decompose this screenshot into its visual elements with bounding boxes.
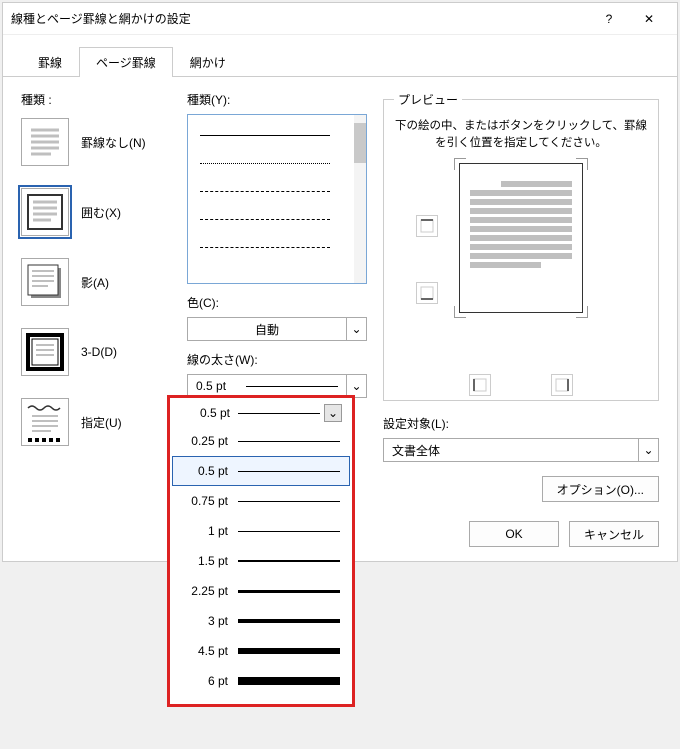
width-option-preview [238, 471, 340, 472]
setting-3d[interactable]: 3-D(D) [21, 324, 171, 394]
apply-value: 文書全体 [392, 442, 440, 459]
width-option-preview [238, 619, 340, 623]
width-option[interactable]: 0.5 pt [172, 456, 350, 486]
edge-top-button[interactable] [416, 215, 438, 237]
width-option-preview [238, 501, 340, 502]
width-dropdown-selected[interactable]: 0.5 pt ⌄ [170, 400, 352, 426]
style-listbox[interactable] [187, 114, 367, 284]
close-button[interactable]: ✕ [629, 5, 669, 33]
tab-border[interactable]: 罫線 [21, 47, 79, 77]
width-option-label: 2.25 pt [182, 584, 238, 598]
preview-legend: プレビュー [394, 91, 462, 108]
setting-box-label: 囲む(X) [81, 204, 121, 221]
width-option-preview [238, 590, 340, 593]
width-option[interactable]: 0.25 pt [170, 426, 352, 456]
width-option-preview [238, 441, 340, 442]
width-option-label: 1.5 pt [182, 554, 238, 568]
chevron-down-icon: ⌄ [643, 443, 653, 457]
width-selected-text: 0.5 pt [196, 379, 246, 393]
width-option-preview [238, 560, 340, 562]
apply-label: 設定対象(L): [383, 415, 659, 432]
width-option[interactable]: 2.25 pt [170, 576, 352, 606]
preview-page[interactable] [459, 163, 583, 313]
setting-box[interactable]: 囲む(X) [21, 184, 171, 254]
edge-bottom-button[interactable] [416, 282, 438, 304]
width-option-preview [238, 677, 340, 685]
edge-left-button[interactable] [469, 374, 491, 396]
width-label: 線の太さ(W): [187, 351, 367, 368]
cancel-button[interactable]: キャンセル [569, 521, 659, 547]
threeD-icon [21, 328, 69, 376]
setting-label: 種類 : [21, 91, 171, 108]
setting-custom-label: 指定(U) [81, 414, 122, 431]
preview-instruction: 下の絵の中、またはボタンをクリックして、罫線を引く位置を指定してください。 [394, 118, 648, 153]
titlebar: 線種とページ罫線と網かけの設定 ? ✕ [3, 3, 677, 35]
style-scrollbar-thumb[interactable] [354, 123, 366, 163]
width-option-label: 6 pt [182, 674, 238, 688]
width-option-label: 3 pt [182, 614, 238, 628]
width-option[interactable]: 0.75 pt [170, 486, 352, 516]
width-option[interactable]: 3 pt [170, 606, 352, 636]
tab-page-border[interactable]: ページ罫線 [79, 47, 173, 77]
custom-icon [21, 398, 69, 446]
edge-right-button[interactable] [551, 374, 573, 396]
width-option-preview [238, 531, 340, 532]
width-option[interactable]: 1 pt [170, 516, 352, 546]
width-option[interactable]: 1.5 pt [170, 546, 352, 576]
shadow-icon [21, 258, 69, 306]
apply-dropdown-button[interactable]: ⌄ [639, 438, 659, 462]
dialog-footer: OK キャンセル [469, 521, 659, 547]
style-label: 種類(Y): [187, 91, 367, 108]
tab-bar: 罫線 ページ罫線 網かけ [3, 35, 677, 77]
color-label: 色(C): [187, 294, 367, 311]
setting-custom[interactable]: 指定(U) [21, 394, 171, 464]
tab-shading[interactable]: 網かけ [173, 47, 243, 77]
width-selected-preview [246, 386, 338, 387]
dialog-title: 線種とページ罫線と網かけの設定 [11, 10, 589, 27]
color-select[interactable]: 自動 [187, 317, 347, 341]
width-option-label: 0.25 pt [182, 434, 238, 448]
chevron-down-icon: ⌄ [351, 379, 361, 393]
width-option[interactable]: 4.5 pt [170, 636, 352, 666]
color-dropdown-button[interactable]: ⌄ [347, 317, 367, 341]
setting-none-label: 罫線なし(N) [81, 134, 146, 151]
options-button[interactable]: オプション(O)... [542, 476, 659, 502]
width-option-label: 0.5 pt [182, 464, 238, 478]
ok-button[interactable]: OK [469, 521, 559, 547]
setting-shadow-label: 影(A) [81, 274, 109, 291]
help-icon: ? [606, 12, 613, 26]
chevron-down-icon: ⌄ [324, 404, 342, 422]
none-icon [21, 118, 69, 166]
setting-none[interactable]: 罫線なし(N) [21, 114, 171, 184]
box-icon [21, 188, 69, 236]
width-dropdown-list: 0.5 pt ⌄ 0.25 pt 0.5 pt 0.75 pt 1 pt 1.5 pt 2… [167, 395, 355, 707]
help-button[interactable]: ? [589, 5, 629, 33]
chevron-down-icon: ⌄ [351, 322, 361, 336]
setting-shadow[interactable]: 影(A) [21, 254, 171, 324]
width-option-label: 4.5 pt [182, 644, 238, 658]
color-value: 自動 [255, 321, 279, 338]
width-option[interactable]: 6 pt [170, 666, 352, 696]
close-icon: ✕ [644, 12, 654, 26]
width-option-label: 0.75 pt [182, 494, 238, 508]
apply-select[interactable]: 文書全体 [383, 438, 639, 462]
width-option-label: 1 pt [182, 524, 238, 538]
preview-group: プレビュー 下の絵の中、またはボタンをクリックして、罫線を引く位置を指定してくだ… [383, 91, 659, 401]
setting-3d-label: 3-D(D) [81, 345, 117, 359]
width-option-preview [238, 648, 340, 654]
